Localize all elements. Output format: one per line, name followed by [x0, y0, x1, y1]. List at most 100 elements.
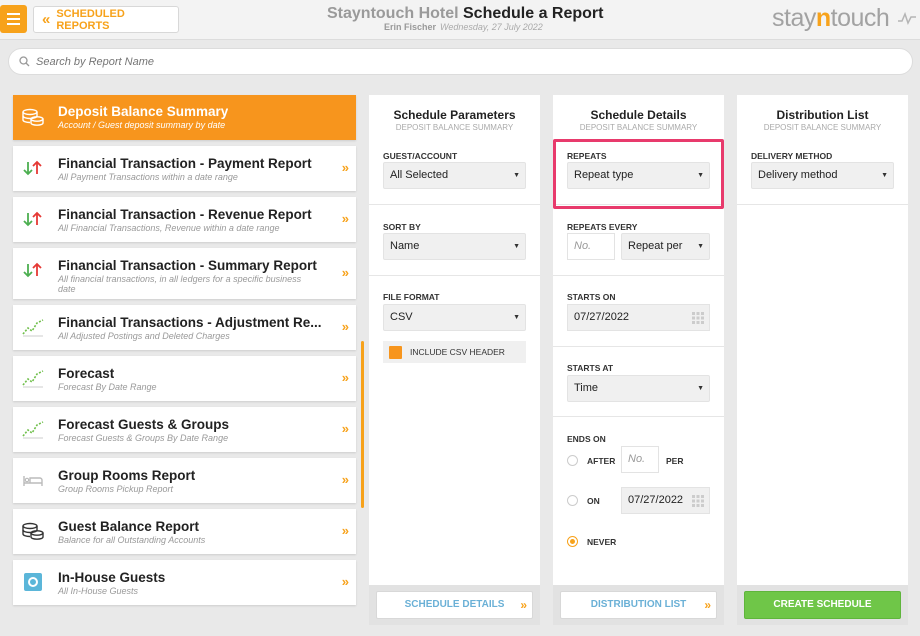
report-title: Deposit Balance Summary: [58, 104, 229, 119]
in-house-icon: [22, 572, 44, 592]
hamburger-menu-icon[interactable]: [0, 5, 27, 33]
caret-down-icon: ▼: [513, 172, 520, 179]
calendar-grid-icon[interactable]: [692, 312, 704, 324]
report-description: All Payment Transactions within a date r…: [58, 172, 238, 182]
report-list-item[interactable]: Group Rooms Report Group Rooms Pickup Rep…: [13, 458, 356, 503]
repeats-highlight-box: [553, 139, 724, 209]
after-label: AFTER: [587, 456, 616, 466]
report-title: Financial Transaction - Revenue Report: [58, 207, 312, 222]
report-description: Balance for all Outstanding Accounts: [58, 535, 206, 545]
trend-chart-icon: [22, 317, 44, 337]
report-list-item[interactable]: Financial Transaction - Revenue Report Al…: [13, 197, 356, 242]
repeats-every-number-input[interactable]: No.: [567, 233, 615, 260]
distribution-list-button[interactable]: DISTRIBUTION LIST»: [560, 591, 717, 619]
report-list-item[interactable]: Guest Balance Report Balance for all Outs…: [13, 509, 356, 554]
double-chevron-right-icon: »: [341, 160, 349, 175]
report-description: Forecast By Date Range: [58, 382, 157, 392]
panel-footer: CREATE SCHEDULE: [737, 585, 908, 625]
sort-by-select[interactable]: Name ▼: [383, 233, 526, 260]
report-description: Forecast Guests & Groups By Date Range: [58, 433, 229, 443]
per-label: PER: [666, 456, 684, 466]
back-button-label: SCHEDULED REPORTS: [56, 7, 125, 32]
ends-on-label: ENDS ON: [567, 434, 606, 444]
double-chevron-right-icon: »: [341, 211, 349, 226]
report-title: Forecast Guests & Groups: [58, 417, 230, 432]
back-to-scheduled-reports-button[interactable]: « SCHEDULED REPORTS: [33, 6, 179, 33]
report-list-item[interactable]: Financial Transactions - Adjustment Re..…: [13, 305, 356, 350]
search-icon: [19, 56, 30, 67]
ends-after-radio[interactable]: [567, 455, 578, 466]
report-title: Forecast: [58, 366, 115, 381]
panel-subtitle: DEPOSIT BALANCE SUMMARY: [395, 123, 514, 132]
double-chevron-right-icon: »: [341, 472, 349, 487]
report-description: All financial transactions, in all ledge…: [58, 274, 302, 294]
report-list-item[interactable]: Financial Transaction - Summary Report Al…: [13, 248, 356, 299]
panel-title: Distribution List: [776, 108, 869, 122]
bed-icon: [22, 470, 44, 490]
up-down-arrows-icon: [22, 260, 44, 280]
calendar-grid-icon[interactable]: [692, 495, 704, 507]
starts-on-date-input[interactable]: 07/27/2022: [567, 304, 710, 331]
panel-title: Schedule Details: [590, 108, 687, 122]
divider: [737, 204, 908, 205]
on-label: ON: [587, 496, 600, 506]
caret-down-icon: ▼: [513, 243, 520, 250]
create-schedule-button[interactable]: CREATE SCHEDULE: [744, 591, 901, 619]
divider: [369, 275, 540, 276]
divider: [369, 204, 540, 205]
report-list: Deposit Balance Summary Account / Guest d…: [13, 95, 356, 611]
report-description: All Financial Transactions, Revenue with…: [58, 223, 280, 233]
report-list-item[interactable]: Financial Transaction - Payment Report Al…: [13, 146, 356, 191]
divider: [553, 416, 724, 417]
report-list-scrollbar[interactable]: [361, 341, 364, 508]
distribution-list-panel: Distribution List DEPOSIT BALANCE SUMMAR…: [737, 95, 908, 625]
double-chevron-right-icon: »: [341, 370, 349, 385]
report-search-bar[interactable]: [8, 48, 913, 75]
guest-account-select[interactable]: All Selected ▼: [383, 162, 526, 189]
repeat-per-select[interactable]: Repeat per ▼: [621, 233, 710, 260]
guest-account-label: GUEST/ACCOUNT: [383, 151, 458, 161]
activity-graph-icon[interactable]: [897, 9, 917, 27]
delivery-method-select[interactable]: Delivery method ▼: [751, 162, 894, 189]
report-title: Financial Transaction - Summary Report: [58, 258, 317, 273]
divider: [553, 346, 724, 347]
brand-logo: stayntouch: [772, 4, 890, 32]
delivery-method-label: DELIVERY METHOD: [751, 151, 833, 161]
file-format-select[interactable]: CSV ▼: [383, 304, 526, 331]
report-title: Financial Transaction - Payment Report: [58, 156, 312, 171]
search-input[interactable]: [36, 55, 836, 68]
report-list-item[interactable]: Deposit Balance Summary Account / Guest d…: [13, 95, 356, 140]
double-chevron-right-icon: »: [341, 421, 349, 436]
sort-by-label: SORT BY: [383, 222, 421, 232]
report-description: Group Rooms Pickup Report: [58, 484, 174, 494]
report-list-item[interactable]: Forecast Guests & Groups Forecast Guests …: [13, 407, 356, 452]
up-down-arrows-icon: [22, 158, 44, 178]
schedule-parameters-panel: Schedule Parameters DEPOSIT BALANCE SUMM…: [369, 95, 540, 625]
report-description: All In-House Guests: [58, 586, 139, 596]
checkbox-checked[interactable]: [389, 345, 402, 359]
double-chevron-right-icon: »: [341, 265, 349, 280]
coins-icon: [22, 521, 44, 541]
include-csv-header-checkbox[interactable]: INCLUDE CSV HEADER: [383, 341, 526, 363]
never-label: NEVER: [587, 537, 617, 547]
panel-title: Schedule Parameters: [393, 108, 516, 122]
report-description: All Adjusted Postings and Deleted Charge…: [58, 331, 230, 341]
report-list-item[interactable]: In-House Guests All In-House Guests »: [13, 560, 356, 605]
trend-chart-icon: [22, 368, 44, 388]
report-list-item[interactable]: Forecast Forecast By Date Range »: [13, 356, 356, 401]
report-title: Financial Transactions - Adjustment Re..…: [58, 315, 322, 330]
starts-at-time-select[interactable]: Time ▼: [567, 375, 710, 402]
user-name: Erin Fischer: [384, 22, 437, 32]
ends-on-date-input[interactable]: 07/27/2022: [621, 487, 710, 514]
ends-after-count-input[interactable]: No.: [621, 446, 659, 473]
panel-subtitle: DEPOSIT BALANCE SUMMARY: [763, 123, 882, 132]
panel-footer: DISTRIBUTION LIST»: [553, 585, 724, 625]
schedule-details-button[interactable]: SCHEDULE DETAILS»: [376, 591, 533, 619]
ends-never-radio[interactable]: [567, 536, 578, 547]
double-chevron-left-icon: «: [42, 11, 51, 28]
double-chevron-right-icon: »: [704, 598, 710, 612]
trend-chart-icon: [22, 419, 44, 439]
caret-down-icon: ▼: [697, 243, 704, 250]
ends-on-radio[interactable]: [567, 495, 578, 506]
checkbox-label: INCLUDE CSV HEADER: [410, 347, 505, 357]
